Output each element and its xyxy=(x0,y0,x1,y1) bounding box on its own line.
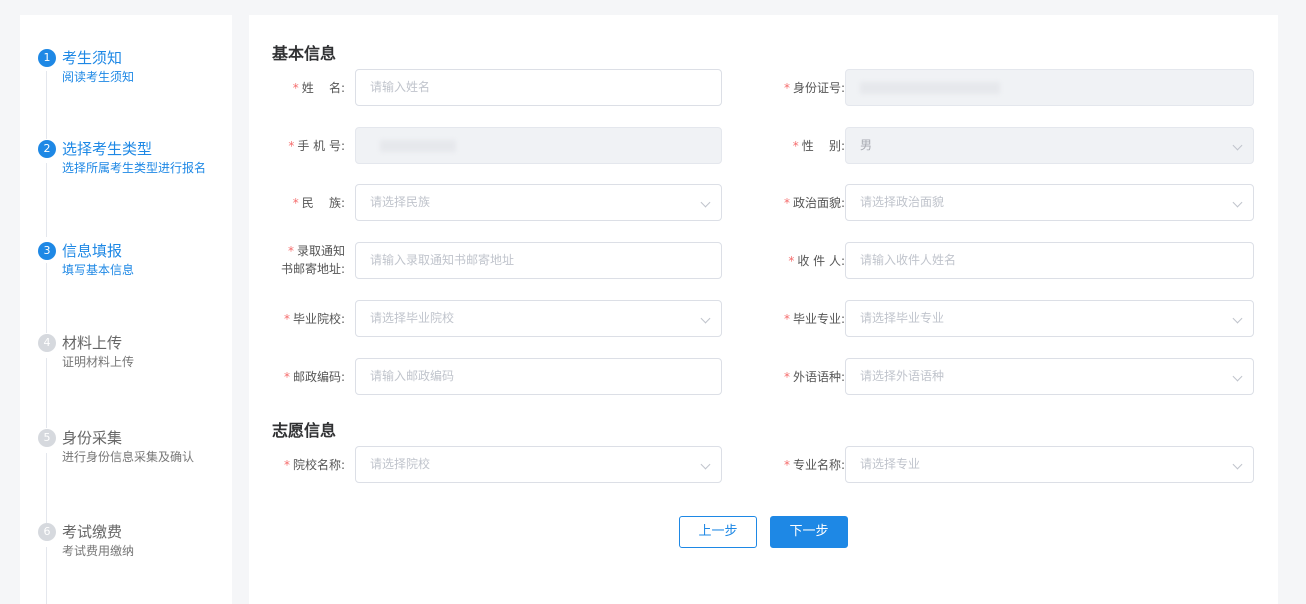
political-select[interactable]: 请选择政治面貌 xyxy=(845,184,1254,221)
name-input[interactable]: 请输入姓名 xyxy=(355,69,722,106)
section-title-basic: 基本信息 xyxy=(272,44,337,63)
language-placeholder: 请选择外语语种 xyxy=(860,369,945,383)
step-desc-4: 证明材料上传 xyxy=(62,355,135,369)
chevron-down-icon xyxy=(1232,140,1243,151)
ethnicity-placeholder: 请选择民族 xyxy=(370,195,431,209)
grad-school-label: * 毕业院校: xyxy=(283,312,345,326)
postcode-input[interactable]: 请输入邮政编码 xyxy=(355,358,722,395)
major-label: * 专业名称: xyxy=(783,458,845,472)
recipient-label: * 收 件 人: xyxy=(788,254,845,268)
next-step-button[interactable]: 下一步 xyxy=(770,516,848,548)
school-label: * 院校名称: xyxy=(283,458,345,472)
step-desc-5: 进行身份信息采集及确认 xyxy=(62,450,195,464)
chevron-down-icon xyxy=(1232,371,1243,382)
step-number-3: 3 xyxy=(38,242,56,260)
school-placeholder: 请选择院校 xyxy=(370,457,431,471)
chevron-down-icon xyxy=(700,313,711,324)
step-desc-3: 填写基本信息 xyxy=(62,263,135,277)
step-connector xyxy=(46,71,47,139)
step-connector xyxy=(46,163,47,237)
phone-input xyxy=(355,127,722,164)
section-title-preference: 志愿信息 xyxy=(272,421,337,440)
step-title-3: 信息填报 xyxy=(62,242,123,260)
redacted-value xyxy=(380,140,456,152)
gender-label: * 性 别: xyxy=(792,139,845,153)
mail-address-input[interactable]: 请输入录取通知书邮寄地址 xyxy=(355,242,722,279)
step-title-4: 材料上传 xyxy=(62,334,123,352)
grad-school-placeholder: 请选择毕业院校 xyxy=(370,311,455,325)
id-card-input xyxy=(845,69,1254,106)
steps-panel: 1 考生须知 阅读考生须知 2 选择考生类型 选择所属考生类型进行报名 3 信息… xyxy=(20,15,232,604)
step-title-2: 选择考生类型 xyxy=(62,140,153,158)
chevron-down-icon xyxy=(700,459,711,470)
mail-address-label: * 录取通知 书邮寄地址: xyxy=(280,244,345,276)
step-number-4: 4 xyxy=(38,334,56,352)
step-number-1: 1 xyxy=(38,49,56,67)
grad-major-placeholder: 请选择毕业专业 xyxy=(860,311,945,325)
id-card-label: * 身份证号: xyxy=(783,81,845,95)
chevron-down-icon xyxy=(1232,459,1243,470)
grad-major-label: * 毕业专业: xyxy=(783,312,845,326)
major-select[interactable]: 请选择专业 xyxy=(845,446,1254,483)
step-number-6: 6 xyxy=(38,523,56,541)
gender-select: 男 xyxy=(845,127,1254,164)
postcode-label: * 邮政编码: xyxy=(283,370,345,384)
phone-label: * 手 机 号: xyxy=(288,139,345,153)
political-placeholder: 请选择政治面貌 xyxy=(860,195,945,209)
step-title-6: 考试缴费 xyxy=(62,523,123,541)
ethnicity-select[interactable]: 请选择民族 xyxy=(355,184,722,221)
major-placeholder: 请选择专业 xyxy=(860,457,921,471)
step-title-1: 考生须知 xyxy=(62,49,123,67)
recipient-input[interactable]: 请输入收件人姓名 xyxy=(845,242,1254,279)
chevron-down-icon xyxy=(1232,313,1243,324)
political-label: * 政治面貌: xyxy=(783,196,845,210)
language-select[interactable]: 请选择外语语种 xyxy=(845,358,1254,395)
step-number-5: 5 xyxy=(38,429,56,447)
step-connector xyxy=(46,547,47,604)
step-connector xyxy=(46,358,47,428)
redacted-value xyxy=(860,82,1000,94)
step-number-2: 2 xyxy=(38,140,56,158)
step-connector xyxy=(46,263,47,333)
name-label: * 姓 名: xyxy=(292,81,345,95)
grad-major-select[interactable]: 请选择毕业专业 xyxy=(845,300,1254,337)
ethnicity-label: * 民 族: xyxy=(292,196,345,210)
step-desc-6: 考试费用缴纳 xyxy=(62,544,135,558)
prev-step-button[interactable]: 上一步 xyxy=(679,516,757,548)
step-connector xyxy=(46,453,47,523)
step-title-5: 身份采集 xyxy=(62,429,123,447)
gender-value: 男 xyxy=(860,138,873,152)
chevron-down-icon xyxy=(1232,197,1243,208)
step-desc-2: 选择所属考生类型进行报名 xyxy=(62,161,207,175)
school-select[interactable]: 请选择院校 xyxy=(355,446,722,483)
chevron-down-icon xyxy=(700,197,711,208)
step-desc-1: 阅读考生须知 xyxy=(62,70,135,84)
grad-school-select[interactable]: 请选择毕业院校 xyxy=(355,300,722,337)
form-panel: 基本信息 * 姓 名: 请输入姓名 * 身份证号: * 手 机 号: * 性 别: 男 … xyxy=(249,15,1278,604)
language-label: * 外语语种: xyxy=(783,370,845,384)
